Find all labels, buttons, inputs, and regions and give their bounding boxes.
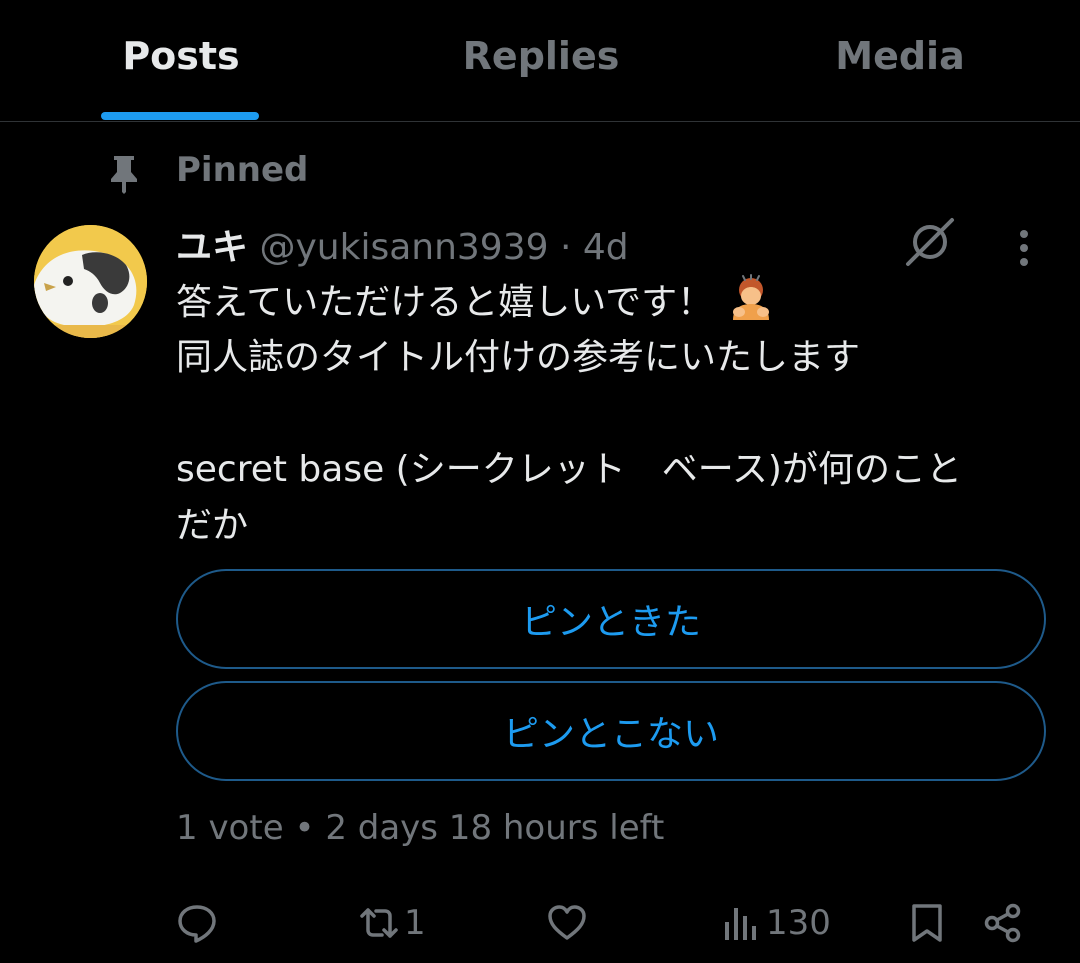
person-bowing-emoji: [733, 274, 770, 320]
post-text-line-2: 同人誌のタイトル付けの参考にいたします: [176, 337, 861, 378]
like-button[interactable]: [546, 900, 592, 946]
views-button[interactable]: 130: [720, 900, 831, 946]
poll-vote-count: 1 vote: [176, 808, 284, 848]
bookmark-button[interactable]: [906, 900, 948, 946]
repost-count: 1: [404, 903, 426, 943]
heart-icon: [548, 905, 586, 940]
profile-tabs: Posts Replies Media: [0, 0, 1080, 122]
user-handle[interactable]: @yukisann3939: [259, 227, 548, 268]
poll-option-2[interactable]: ピンとこない: [176, 681, 1046, 781]
post-header: ユキ @yukisann3939 · 4d: [176, 218, 629, 270]
tab-replies[interactable]: Replies: [463, 34, 620, 78]
reply-icon: [178, 905, 216, 943]
tab-posts[interactable]: Posts: [122, 34, 239, 78]
repost-icon: [360, 908, 398, 938]
avatar[interactable]: [34, 225, 147, 338]
share-button[interactable]: [982, 900, 1024, 946]
repost-button[interactable]: 1: [358, 900, 426, 946]
pin-icon: [111, 156, 137, 194]
more-options-icon[interactable]: [1006, 228, 1042, 268]
post-time[interactable]: 4d: [583, 227, 629, 268]
separator-dot: ·: [559, 227, 572, 268]
post-text-blank-line: [176, 386, 1056, 442]
poll-option-1[interactable]: ピンときた: [176, 569, 1046, 669]
post-text-line-1: 答えていただけると嬉しいです！: [176, 282, 714, 323]
avatar-icon: [34, 225, 147, 338]
poll-time-left: 2 days 18 hours left: [325, 808, 665, 848]
views-count: 130: [766, 903, 831, 943]
pinned-label: Pinned: [176, 150, 309, 190]
views-icon: [725, 908, 756, 940]
active-tab-indicator: [101, 112, 259, 120]
bookmark-icon: [912, 904, 942, 942]
poll-meta: 1 vote • 2 days 18 hours left: [176, 808, 664, 848]
post-text: 答えていただけると嬉しいです！ 同人誌のタイトル付けの参考にいたします secr…: [176, 274, 1056, 554]
reply-button[interactable]: [176, 900, 222, 946]
display-name[interactable]: ユキ: [176, 227, 248, 268]
post-text-line: 答えていただけると嬉しいです！: [176, 274, 1056, 330]
post-text-line-4: secret base (シークレット ベース)が何のこと: [176, 449, 962, 490]
poll-separator: •: [294, 808, 315, 848]
grok-icon[interactable]: [904, 216, 956, 268]
share-icon: [984, 903, 1021, 943]
tab-media[interactable]: Media: [835, 34, 964, 78]
post-text-line-5: だか: [176, 505, 249, 546]
